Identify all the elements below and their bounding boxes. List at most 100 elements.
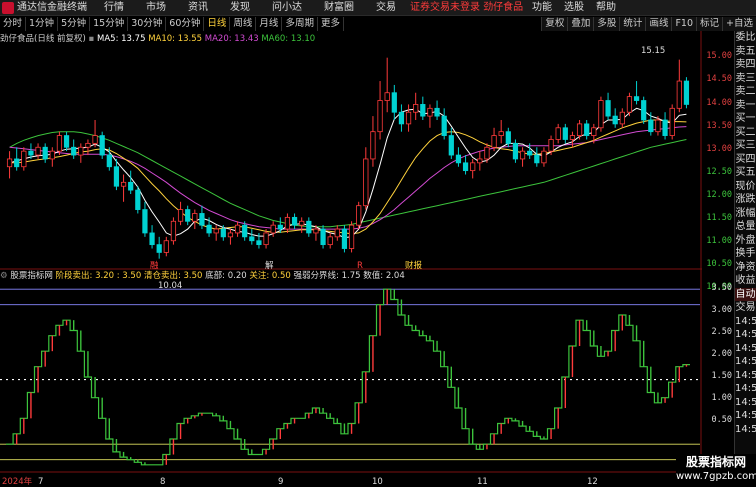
side-bid3[interactable]: 买三 [735,139,756,153]
candle [562,123,568,144]
candle-body [28,150,34,156]
candle [676,59,682,113]
side-trade[interactable]: 交易 [735,301,756,315]
event-marker-report[interactable]: 财报 [405,260,423,271]
candle-body [177,209,184,222]
candle-body [120,181,127,187]
candle [306,217,312,237]
side-change[interactable]: 涨跌 [735,193,756,207]
candle-body [669,107,675,136]
candle-body [356,205,362,226]
candle [427,104,433,128]
side-ask3[interactable]: 卖三 [735,72,756,86]
candle [420,96,426,120]
candle [163,236,169,257]
candle-body [413,104,419,113]
candle [199,205,205,230]
candle [633,81,640,105]
side-ask2[interactable]: 卖二 [735,85,756,99]
candle-body [455,154,462,164]
side-ask5[interactable]: 卖五 [735,45,756,59]
candle [669,104,675,140]
watermark-url: www.7gpzb.com [676,471,756,482]
candle-body [42,146,48,160]
candle-body [434,107,440,117]
side-ask4[interactable]: 卖四 [735,58,756,72]
candle-body [106,154,112,168]
side-commission-ratio[interactable]: 委比 [735,31,756,45]
candle [49,147,55,167]
candle [92,120,98,148]
side-bid4[interactable]: 买四 [735,153,756,167]
candle [619,108,625,128]
candle-body [591,127,597,136]
indicator-settings-icon[interactable]: ⚙ [0,271,8,281]
side-change-pct[interactable]: 涨幅 [735,207,756,221]
side-volume[interactable]: 总量 [735,220,756,234]
candle [35,143,41,159]
date-label: 7 [38,477,43,487]
candle-body [391,92,397,113]
candle-body [78,146,84,156]
candle-body [156,244,162,253]
candle-body [555,127,561,140]
candle [249,229,255,245]
candle-body [113,166,120,187]
candle [341,225,348,253]
candle [605,92,611,120]
ma60-line [9,131,687,228]
candle [384,57,390,113]
candle-body [370,131,376,160]
side-bid5[interactable]: 买五 [735,166,756,180]
candle-body [49,150,55,160]
price-tick: 14.00 [706,98,732,108]
candle [99,131,105,159]
ma10-line [9,119,687,235]
candle-body [71,146,77,156]
candle [78,143,84,163]
side-outer[interactable]: 外盘 [735,234,756,248]
candle-body [676,80,682,109]
candle [498,120,504,144]
ind-tick: 2.50 [711,327,732,337]
candle [377,81,383,140]
candle-body [348,224,355,249]
candle-body [327,236,333,246]
candle-body [534,154,540,164]
side-turnover[interactable]: 换手 [735,247,756,261]
indicator-name[interactable]: 股票指标网 [10,271,53,281]
candle-body [163,240,169,253]
kline-chart[interactable]: 15.15 10.04 融 解 R 财报 2024年 7 8 9 10 11 1… [0,0,702,487]
side-time: 14:50 [735,356,756,367]
candle-body [462,162,469,172]
candle-body [270,224,276,234]
indicator-value: 数值: 2.04 [363,271,405,281]
candle-body [405,111,412,125]
side-price[interactable]: 现价 [735,180,756,194]
candle [63,131,70,152]
candle [120,174,127,202]
side-auto[interactable]: 自动 [735,287,756,301]
candle-body [284,216,291,230]
candle [519,147,526,167]
side-bid1[interactable]: 买一 [735,112,756,126]
candle-body [662,119,668,136]
candle-body [6,158,13,168]
side-net-assets[interactable]: 净资 [735,261,756,275]
candle [405,104,412,132]
side-bid2[interactable]: 买二 [735,126,756,140]
side-ask1[interactable]: 卖一 [735,99,756,113]
candle [56,131,63,156]
candle [156,236,162,259]
candle-body [477,158,483,164]
candle-body [420,104,426,117]
indicator-stage-sell: 阶段卖出: 3.20 : 3.50 [55,271,142,281]
candle-body [142,209,148,234]
price-tick: 11.50 [706,213,732,223]
candle-body [291,216,298,226]
candle [85,139,91,156]
watermark: 股票指标网 www.7gpzb.com [676,454,756,487]
candle-body [242,224,248,238]
indicator-step-line [6,288,690,466]
side-earnings[interactable]: 收益 [735,274,756,288]
